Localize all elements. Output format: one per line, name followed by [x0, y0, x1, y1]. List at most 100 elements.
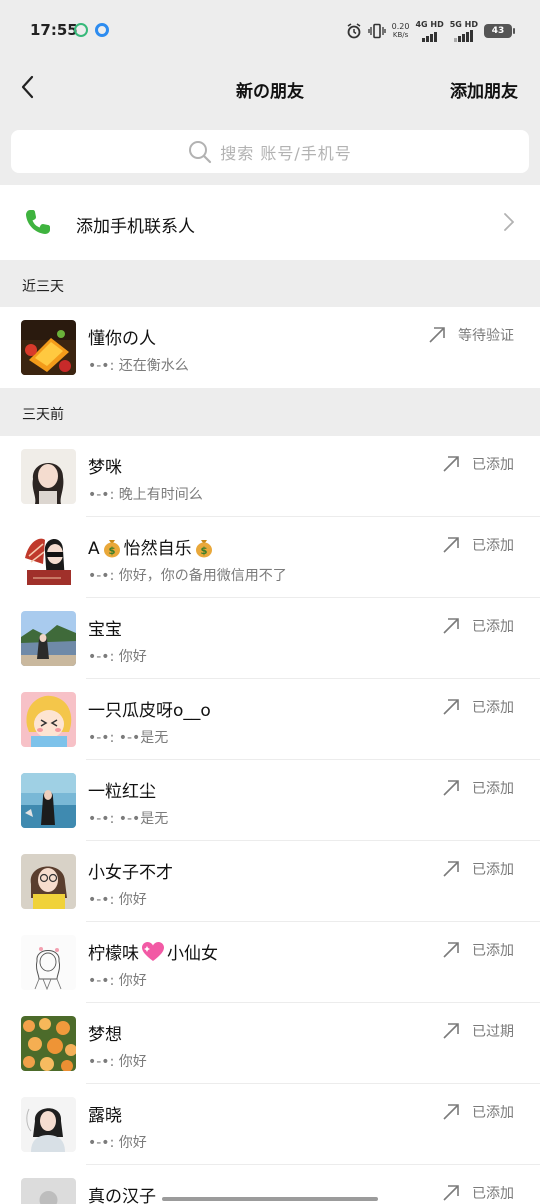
friend-request-row[interactable]: 懂你の人 •-•: 还在衡水么 等待验证	[0, 307, 540, 388]
chevron-right-icon	[504, 213, 514, 231]
status-text: 已添加	[472, 619, 514, 635]
friend-request-row[interactable]: 柠檬味 小仙女 •-•: 你好 已添加	[0, 922, 540, 1003]
sparkling-heart-icon	[142, 942, 164, 961]
net-speed-value: 0.20	[391, 22, 410, 31]
request-status: 已添加	[442, 535, 514, 555]
friend-message: •-•: 你好	[88, 1135, 147, 1151]
friend-name: 一粒红尘	[88, 782, 156, 802]
alarm-icon	[347, 23, 361, 39]
friend-request-row[interactable]: 梦想 •-•: 你好 已过期	[0, 1003, 540, 1084]
friend-request-row[interactable]: A $ 怡然自乐 $ •-•: 你好，你の备用微信用不了 已添加	[0, 517, 540, 598]
money-bag-icon: $	[195, 540, 212, 558]
friend-request-row[interactable]: 一只瓜皮呀o__o •-•: •-•是无 已添加	[0, 679, 540, 760]
section-header-recent: 近三天	[0, 260, 540, 307]
avatar	[21, 1097, 76, 1152]
arrow-up-right-icon	[443, 1023, 459, 1039]
avatar	[21, 530, 76, 585]
status-text: 已添加	[472, 781, 514, 797]
friend-message: •-•: •-•是无	[88, 730, 169, 746]
net-speed-unit: KB/s	[392, 31, 409, 39]
signal-bars-icon	[422, 30, 438, 42]
app-notification-icon	[74, 23, 88, 37]
sim2-label: 5G HD	[449, 20, 478, 29]
friend-message: •-•: •-•是无	[88, 811, 169, 827]
add-phone-contacts-row[interactable]: 添加手机联系人	[0, 185, 540, 260]
request-status: 已添加	[442, 940, 514, 960]
friend-request-row[interactable]: 梦咪 •-•: 晚上有时间么 已添加	[0, 436, 540, 517]
avatar	[21, 773, 76, 828]
status-text: 已添加	[472, 700, 514, 716]
home-indicator[interactable]	[162, 1197, 378, 1201]
svg-text:$: $	[108, 546, 115, 557]
section-label: 近三天	[22, 279, 64, 295]
phone-icon	[26, 210, 50, 234]
app-notification-icon	[95, 23, 109, 37]
battery-icon: 43	[484, 24, 515, 38]
friend-name-prefix: 柠檬味	[88, 944, 139, 964]
friend-message: •-•: 你好	[88, 973, 147, 989]
status-icons: 0.20 KB/s 4G HD 5G HD 43	[346, 20, 515, 42]
friend-name: 懂你の人	[88, 329, 156, 349]
money-bag-icon: $	[103, 540, 120, 558]
status-text: 已过期	[472, 1024, 514, 1040]
status-text: 已添加	[472, 538, 514, 554]
arrow-up-right-icon	[429, 327, 445, 343]
arrow-up-right-icon	[443, 942, 459, 958]
status-text: 已添加	[472, 1186, 514, 1202]
section-label: 三天前	[22, 407, 64, 423]
request-status: 已添加	[442, 454, 514, 474]
avatar	[21, 320, 76, 375]
friend-message: •-•: 你好	[88, 1054, 147, 1070]
status-text: 等待验证	[458, 328, 514, 344]
add-friend-button[interactable]: 添加朋友	[450, 77, 518, 102]
sim1-signal: 4G HD	[415, 20, 444, 42]
request-status: 已添加	[442, 859, 514, 879]
request-status: 已添加	[442, 616, 514, 636]
friend-name: 露晓	[88, 1106, 122, 1126]
search-input[interactable]: 搜索 账号/手机号	[11, 130, 529, 173]
arrow-up-right-icon	[443, 618, 459, 634]
arrow-up-right-icon	[443, 456, 459, 472]
status-text: 已添加	[472, 943, 514, 959]
arrow-up-right-icon	[443, 1104, 459, 1120]
friend-request-row[interactable]: 宝宝 •-•: 你好 已添加	[0, 598, 540, 679]
arrow-up-right-icon	[443, 699, 459, 715]
avatar	[21, 449, 76, 504]
friend-name: 真の汉子	[88, 1187, 156, 1204]
friend-request-row[interactable]: 小女子不才 •-•: 你好 已添加	[0, 841, 540, 922]
status-text: 已添加	[472, 1105, 514, 1121]
arrow-up-right-icon	[443, 537, 459, 553]
sim2-signal: 5G HD	[450, 20, 478, 42]
add-phone-contacts-label: 添加手机联系人	[76, 217, 195, 237]
avatar	[21, 935, 76, 990]
status-time: 17:55	[30, 21, 78, 39]
avatar	[21, 1178, 76, 1204]
request-status: 已添加	[442, 1183, 514, 1203]
avatar	[21, 854, 76, 909]
arrow-up-right-icon	[443, 1185, 459, 1201]
friend-request-row[interactable]: 露晓 •-•: 你好 已添加	[0, 1084, 540, 1165]
friend-message: •-•: 你好	[88, 892, 147, 908]
arrow-up-right-icon	[443, 780, 459, 796]
avatar	[21, 611, 76, 666]
avatar	[21, 1016, 76, 1071]
friend-name: 小女子不才	[88, 863, 173, 883]
svg-text:$: $	[200, 546, 207, 557]
status-bar: 17:55 0.20 KB/s 4G HD 5G HD 43	[0, 0, 540, 60]
section-header-older: 三天前	[0, 388, 540, 435]
signal-bars-icon	[454, 30, 474, 42]
friend-name: A $ 怡然自乐 $	[88, 534, 216, 559]
search-placeholder: 搜索 账号/手机号	[220, 143, 352, 163]
friend-name: 柠檬味 小仙女	[88, 939, 218, 964]
arrow-up-right-icon	[443, 861, 459, 877]
request-status: 已过期	[442, 1021, 514, 1041]
search-icon	[189, 140, 212, 163]
request-status: 已添加	[442, 778, 514, 798]
friend-request-row[interactable]: 一粒红尘 •-•: •-•是无 已添加	[0, 760, 540, 841]
friend-name: 梦咪	[88, 458, 122, 478]
friend-name-suffix: 小仙女	[167, 944, 218, 964]
net-speed: 0.20 KB/s	[392, 22, 410, 40]
nav-bar: 新の朋友 添加朋友	[0, 60, 540, 116]
friend-message: •-•: 晚上有时间么	[88, 487, 203, 503]
friend-message: •-•: 还在衡水么	[88, 358, 189, 374]
